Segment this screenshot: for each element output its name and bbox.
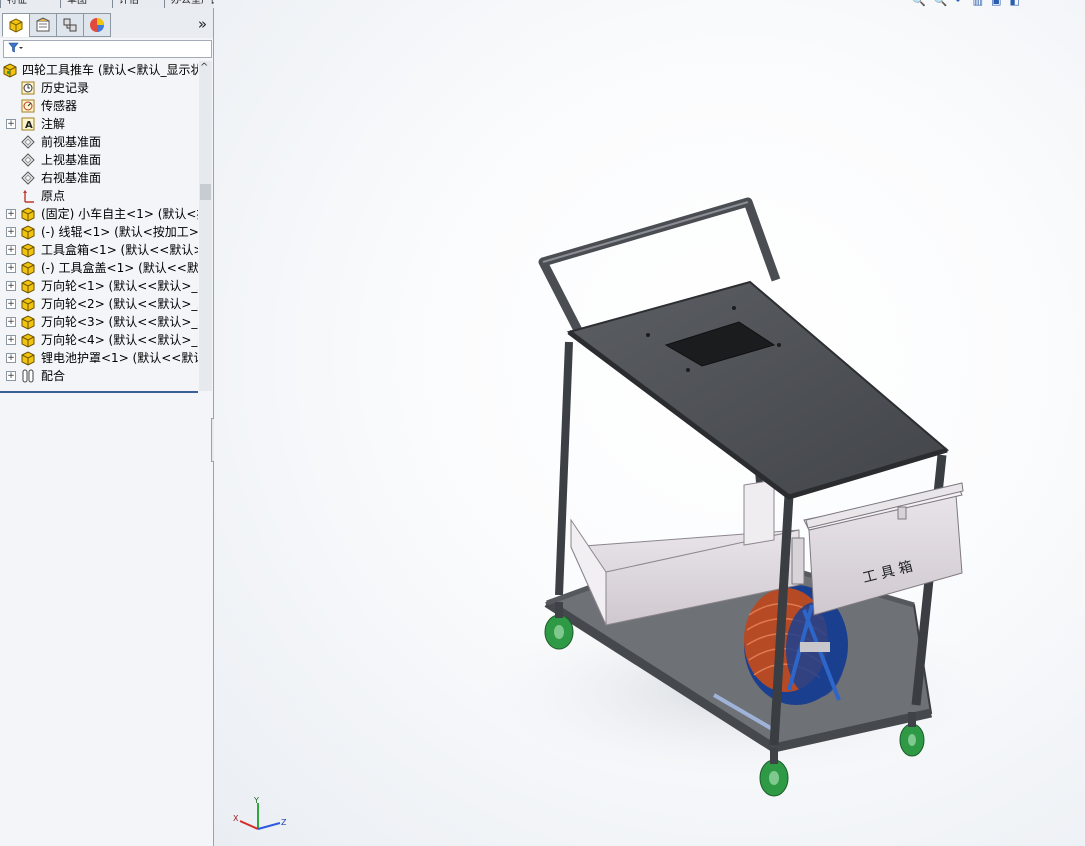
tree-item-label: 万向轮<4> (默认<<默认>_显 <box>41 333 198 347</box>
expand-toggle-icon[interactable]: + <box>6 317 16 327</box>
back-left-leg <box>555 341 573 596</box>
part-icon <box>20 224 36 240</box>
tree-item-label: 右视基准面 <box>41 171 102 185</box>
tool-cart-model: 工 具 箱 <box>484 197 984 797</box>
plane-icon <box>20 170 36 186</box>
tree-item[interactable]: + 配合 <box>0 367 198 385</box>
tree-item-label: (-) 线辊<1> (默认<按加工>- <box>41 225 198 239</box>
tree-item-label: (固定) 小车自主<1> (默认<按 <box>41 207 198 221</box>
part-icon <box>20 350 36 366</box>
tree-item[interactable]: + 万向轮<2> (默认<<默认>_显 <box>0 295 198 313</box>
tree-item-label: 历史记录 <box>41 81 90 95</box>
expand-toggle-icon[interactable]: + <box>6 119 16 129</box>
tree-item[interactable]: + A 注解 <box>0 115 198 133</box>
triad-y-label: Y <box>253 796 259 805</box>
tree-item[interactable]: 右视基准面 <box>0 169 198 187</box>
svg-text:A: A <box>25 120 33 131</box>
tree-item[interactable]: + 万向轮<3> (默认<<默认>_显 <box>0 313 198 331</box>
tree-item-label: 配合 <box>41 369 66 383</box>
history-icon <box>20 80 36 96</box>
tree-item[interactable]: + 万向轮<1> (默认<<默认>_显 <box>0 277 198 295</box>
part-icon <box>20 296 36 312</box>
tree-item[interactable]: 传感器 <box>0 97 198 115</box>
part-icon <box>20 278 36 294</box>
feature-tree: 四轮工具推车 (默认<默认_显示状 历史记录传感器 + A 注解前视基准面上视基准面右… <box>0 61 198 391</box>
tree-item[interactable]: + (-) 工具盒盖<1> (默认<<默认 <box>0 259 198 277</box>
expand-toggle-icon[interactable]: + <box>6 209 16 219</box>
panel-tab-bar: » <box>0 8 213 38</box>
tree-item[interactable]: + (固定) 小车自主<1> (默认<按 <box>0 205 198 223</box>
part-icon <box>20 206 36 222</box>
plane-icon <box>20 152 36 168</box>
triad-x-label: X <box>233 814 239 823</box>
tree-item-label: 万向轮<1> (默认<<默认>_显 <box>41 279 198 293</box>
tree-item[interactable]: 上视基准面 <box>0 151 198 169</box>
part-icon <box>20 332 36 348</box>
expand-toggle-icon[interactable]: + <box>6 371 16 381</box>
tree-item-label: 上视基准面 <box>41 153 102 167</box>
tree-item-label: 原点 <box>41 189 66 203</box>
tree-item-label: 前视基准面 <box>41 135 102 149</box>
toolbox: 工 具 箱 <box>791 482 964 616</box>
tree-item[interactable]: + (-) 线辊<1> (默认<按加工>- <box>0 223 198 241</box>
graphics-viewport[interactable]: 🔍🔍↶▥▣◧ 工 具 箱 Y Z X <box>214 0 1085 846</box>
tree-item[interactable]: + 工具盒箱<1> (默认<<默认> <box>0 241 198 259</box>
tree-item-label: 注解 <box>41 117 66 131</box>
annotation-icon: A <box>20 116 36 132</box>
feature-filter[interactable] <box>3 40 212 58</box>
tree-item-label: 万向轮<2> (默认<<默认>_显 <box>41 297 198 311</box>
panel-divider <box>0 391 198 393</box>
feature-manager-panel: » 四轮工具推车 (默认<默认_显示状 历史记录传感器 + A 注解前视基准面上视基准… <box>0 8 214 846</box>
expand-toggle-icon[interactable]: + <box>6 335 16 345</box>
sensor-icon <box>20 98 36 114</box>
scroll-up-icon[interactable]: ^ <box>200 62 208 73</box>
expand-toggle-icon[interactable]: + <box>6 263 16 273</box>
tree-item-label: 锂电池护罩<1> (默认<<默认 <box>41 351 198 365</box>
tree-item[interactable]: 前视基准面 <box>0 133 198 151</box>
expand-panel-icon[interactable]: » <box>198 15 207 33</box>
tree-item-label: 万向轮<3> (默认<<默认>_显 <box>41 315 198 329</box>
part-icon <box>20 242 36 258</box>
tree-item[interactable]: 历史记录 <box>0 79 198 97</box>
feature-manager-icon[interactable] <box>2 13 30 37</box>
triad-z-label: Z <box>281 818 287 827</box>
expand-toggle-icon[interactable]: + <box>6 281 16 291</box>
expand-toggle-icon[interactable]: + <box>6 353 16 363</box>
plane-icon <box>20 134 36 150</box>
reference-triad: Y Z X <box>233 796 287 830</box>
tree-scrollbar[interactable]: ^ <box>199 61 212 391</box>
expand-toggle-icon[interactable]: + <box>6 245 16 255</box>
expand-toggle-icon[interactable]: + <box>6 299 16 309</box>
tree-root-assembly[interactable]: 四轮工具推车 (默认<默认_显示状 <box>0 61 198 79</box>
scroll-thumb[interactable] <box>200 184 211 200</box>
tree-item[interactable]: + 锂电池护罩<1> (默认<<默认 <box>0 349 198 367</box>
configuration-manager-icon[interactable] <box>56 13 84 37</box>
filter-icon[interactable] <box>8 42 24 57</box>
handle-highlight <box>542 201 749 263</box>
expand-toggle-icon[interactable]: + <box>6 227 16 237</box>
mates-icon <box>20 368 36 384</box>
tree-item-label: 工具盒箱<1> (默认<<默认> <box>41 243 198 257</box>
part-icon <box>20 260 36 276</box>
property-manager-icon[interactable] <box>29 13 57 37</box>
origin-icon <box>20 188 36 204</box>
tree-item-label: 传感器 <box>41 99 78 113</box>
display-manager-icon[interactable] <box>83 13 111 37</box>
tree-item-label: (-) 工具盒盖<1> (默认<<默认 <box>41 261 198 275</box>
tree-root-label: 四轮工具推车 (默认<默认_显示状 <box>22 63 198 77</box>
part-icon <box>20 314 36 330</box>
tree-item[interactable]: 原点 <box>0 187 198 205</box>
assembly-icon <box>2 62 18 78</box>
tree-item[interactable]: + 万向轮<4> (默认<<默认>_显 <box>0 331 198 349</box>
